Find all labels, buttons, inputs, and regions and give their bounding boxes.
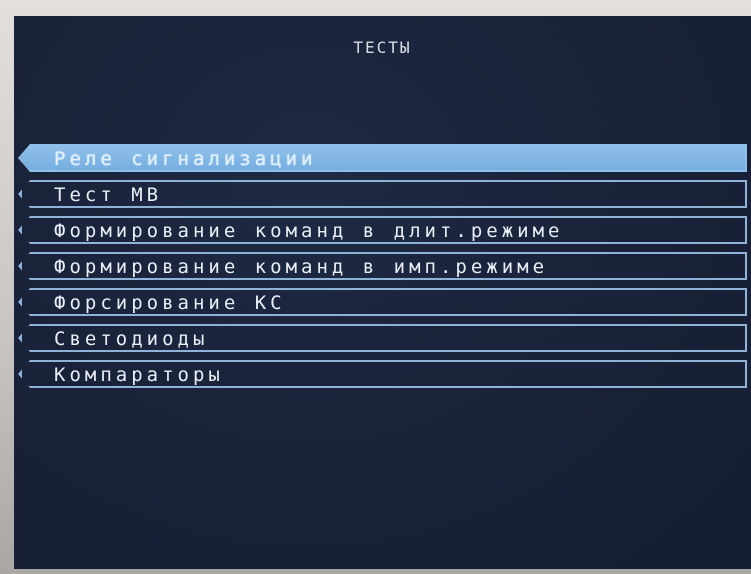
menu-item-label: Формирование команд в имп.режиме [54, 256, 549, 278]
display-screen: ТЕСТЫ Реле сигнализации Тест МВ Формиров… [14, 16, 751, 569]
tests-menu: Реле сигнализации Тест МВ Формирование к… [18, 144, 747, 396]
menu-item-commands-long-mode[interactable]: Формирование команд в длит.режиме [18, 216, 747, 244]
menu-item-mv-test[interactable]: Тест МВ [18, 180, 747, 208]
menu-item-forcing-ks[interactable]: Форсирование КС [18, 288, 747, 316]
menu-item-label: Тест МВ [54, 184, 163, 206]
menu-item-label: Форсирование КС [54, 292, 286, 314]
menu-item-comparators[interactable]: Компараторы [18, 360, 747, 388]
menu-item-leds[interactable]: Светодиоды [18, 324, 747, 352]
menu-item-commands-pulse-mode[interactable]: Формирование команд в имп.режиме [18, 252, 747, 280]
menu-item-label: Компараторы [54, 364, 224, 386]
page-title: ТЕСТЫ [353, 38, 412, 57]
menu-item-label: Формирование команд в длит.режиме [54, 220, 564, 242]
menu-item-label: Реле сигнализации [54, 148, 317, 170]
menu-item-relay-signaling[interactable]: Реле сигнализации [18, 144, 747, 172]
menu-item-label: Светодиоды [54, 328, 209, 350]
